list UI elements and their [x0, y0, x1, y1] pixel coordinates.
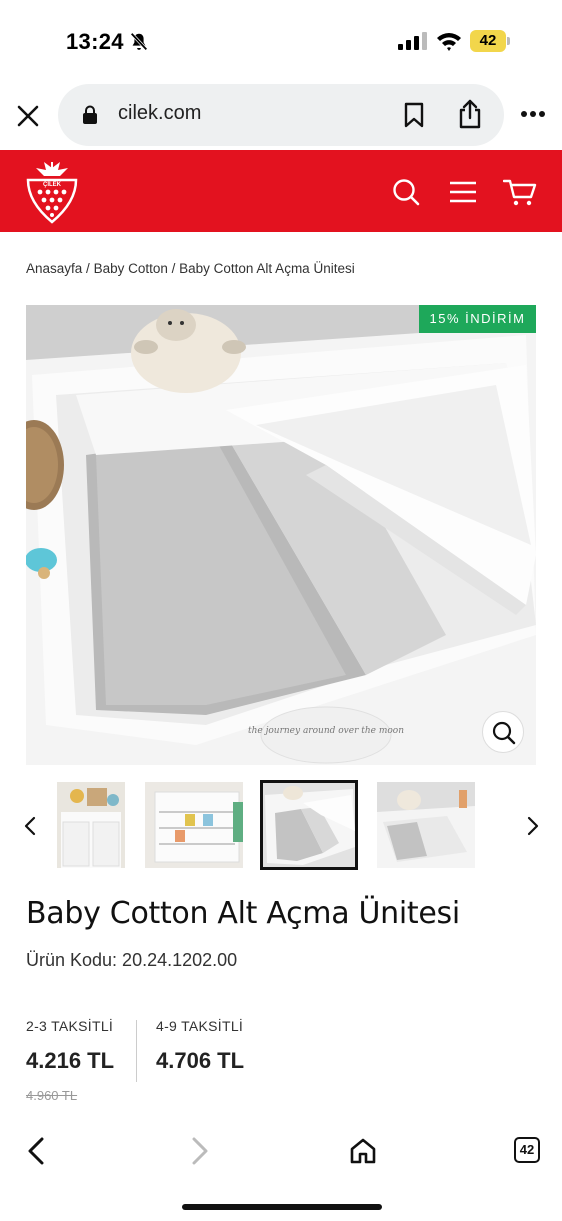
- browser-bottom-bar: 42: [0, 1120, 562, 1221]
- url-domain: cilek.com: [118, 102, 202, 124]
- status-time: 13:24: [66, 29, 124, 54]
- breadcrumb: Anasayfa / Baby Cotton / Baby Cotton Alt…: [26, 261, 355, 276]
- breadcrumb-category[interactable]: Baby Cotton: [94, 261, 168, 276]
- close-icon[interactable]: [16, 104, 40, 128]
- price-block: 2-3 TAKSİTLİ 4.216 TL 4.960 TL 4-9 TAKSİ…: [26, 1018, 526, 1108]
- battery-icon: 42: [470, 30, 510, 52]
- changing-unit-photo: the journey around over the moon: [26, 305, 536, 765]
- browser-toolbar: cilek.com: [0, 84, 562, 150]
- installment-option-2: 4-9 TAKSİTLİ 4.706 TL: [156, 1018, 244, 1074]
- product-title: Baby Cotton Alt Açma Ünitesi: [26, 896, 460, 931]
- bell-slash-icon: [130, 32, 148, 51]
- home-icon[interactable]: [349, 1137, 377, 1165]
- price-divider: [136, 1020, 137, 1082]
- more-icon[interactable]: [520, 110, 546, 118]
- menu-icon[interactable]: [449, 181, 477, 203]
- zoom-icon: [492, 721, 516, 745]
- logo-text: ÇİLEK: [43, 181, 62, 188]
- thumbnail-carousel: [0, 780, 562, 872]
- thumbnail-3[interactable]: [260, 780, 358, 870]
- thumbnail-2[interactable]: [145, 782, 243, 868]
- back-icon[interactable]: [24, 1136, 48, 1166]
- status-bar: 13:24 42: [0, 0, 562, 84]
- share-icon[interactable]: [456, 99, 484, 129]
- cart-icon[interactable]: [503, 178, 537, 206]
- installment-price: 4.706 TL: [156, 1048, 245, 1073]
- cilek-logo[interactable]: ÇİLEK: [24, 158, 80, 224]
- installment-option-1: 2-3 TAKSİTLİ 4.216 TL 4.960 TL: [26, 1018, 114, 1103]
- home-indicator: [182, 1204, 382, 1210]
- site-header: ÇİLEK: [0, 150, 562, 232]
- discount-badge: 15% İNDİRİM: [419, 305, 536, 333]
- bookmark-icon[interactable]: [402, 102, 426, 128]
- product-code: Ürün Kodu: 20.24.1202.00: [26, 950, 238, 970]
- wifi-icon: [437, 33, 461, 51]
- prev-arrow-icon[interactable]: [23, 816, 37, 836]
- thumbnail-1[interactable]: [57, 782, 125, 868]
- thumbnail-4[interactable]: [377, 782, 475, 868]
- breadcrumb-current: Baby Cotton Alt Açma Ünitesi: [179, 261, 355, 276]
- signal-icon: [398, 32, 427, 50]
- installment-label: 4-9 TAKSİTLİ: [156, 1018, 244, 1034]
- battery-level: 42: [470, 30, 506, 52]
- search-icon[interactable]: [392, 178, 420, 206]
- next-arrow-icon[interactable]: [526, 816, 540, 836]
- address-bar[interactable]: cilek.com: [58, 84, 504, 146]
- lock-icon: [83, 105, 97, 124]
- forward-icon[interactable]: [188, 1136, 212, 1166]
- old-price: 4.960 TL: [26, 1088, 78, 1103]
- installment-label: 2-3 TAKSİTLİ: [26, 1018, 114, 1034]
- zoom-button[interactable]: [482, 711, 524, 753]
- product-image[interactable]: the journey around over the moon: [26, 305, 536, 765]
- tabs-icon[interactable]: 42: [514, 1137, 540, 1163]
- image-script-text: the journey around over the moon: [248, 726, 404, 736]
- breadcrumb-home[interactable]: Anasayfa: [26, 261, 82, 276]
- installment-price: 4.216 TL: [26, 1048, 115, 1073]
